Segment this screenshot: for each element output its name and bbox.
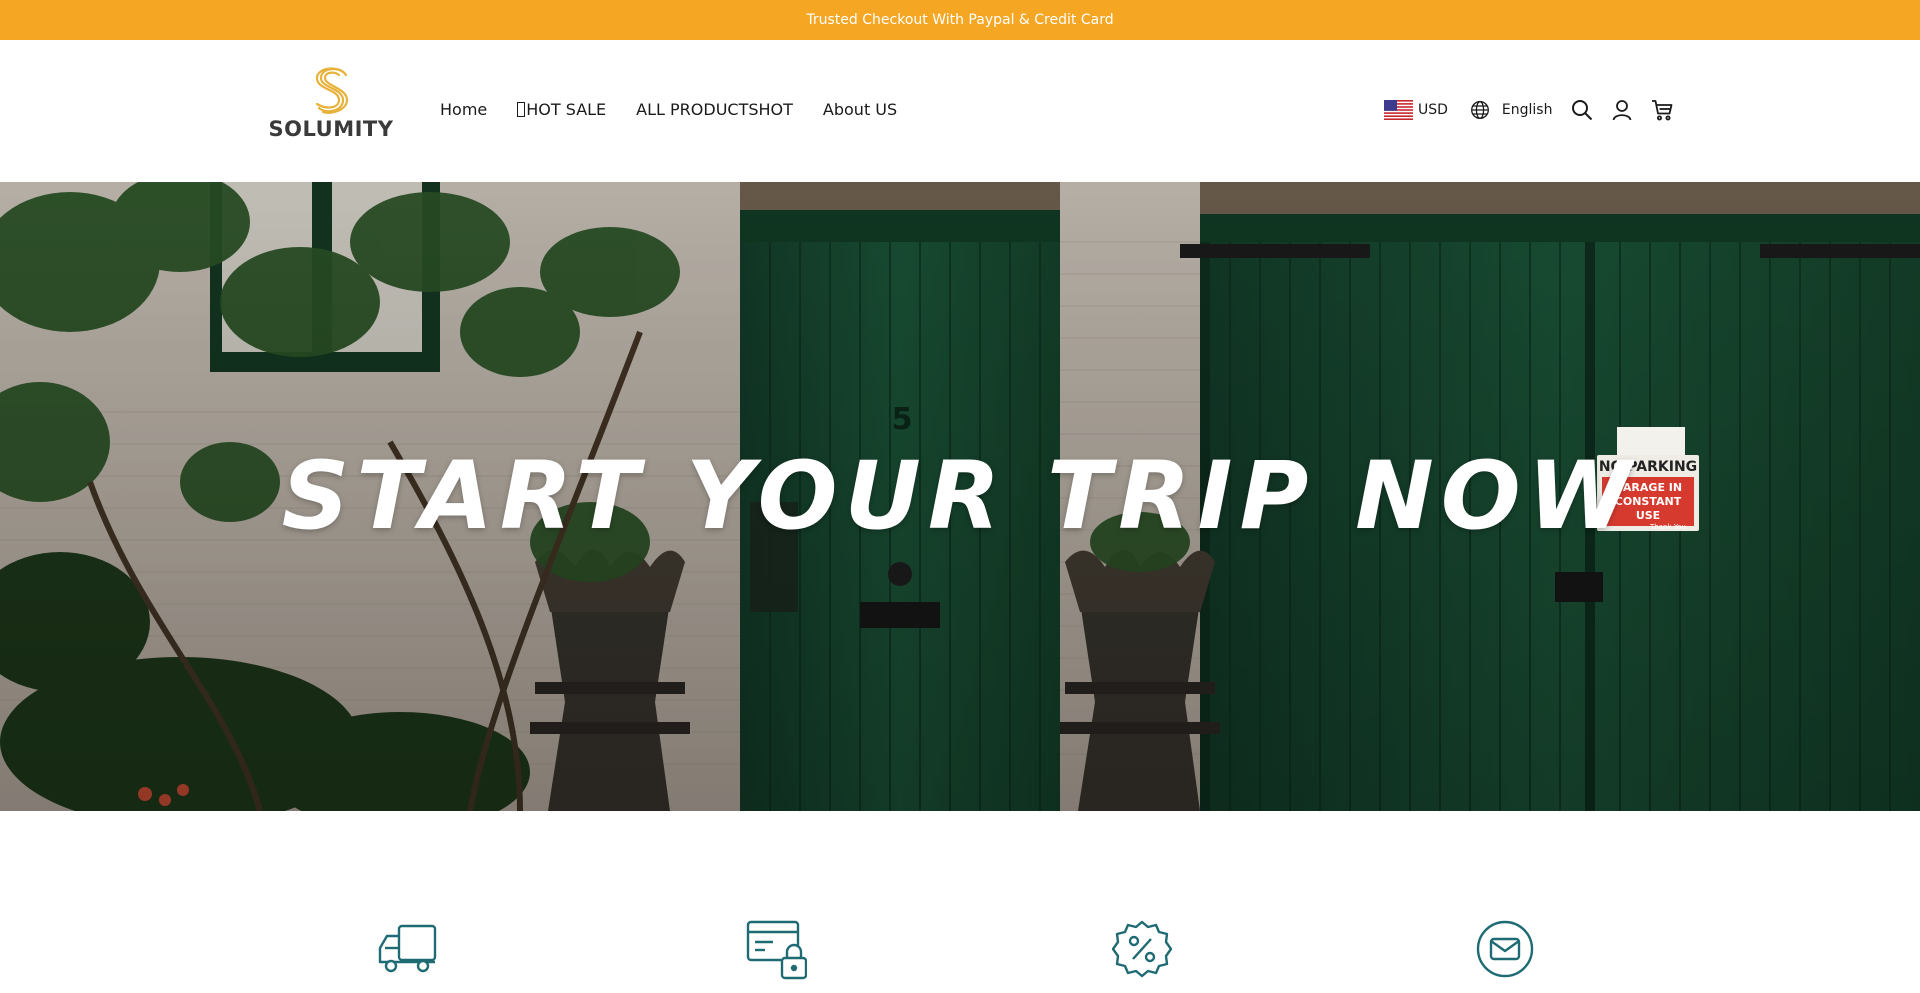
- cart-icon: [1652, 100, 1673, 121]
- feature-discount: [1111, 918, 1173, 980]
- nav-item-about-us-label: About US: [822, 100, 898, 119]
- feature-shipping: [377, 918, 439, 980]
- feature-secure-payment: [745, 918, 807, 980]
- nav-item-all-products[interactable]: ALL PRODUCTSHOT: [636, 98, 793, 122]
- nav-item-about-us[interactable]: About US: [823, 98, 897, 122]
- secure-payment-icon: [746, 920, 807, 980]
- search-button[interactable]: [1570, 98, 1594, 122]
- nav-item-home[interactable]: Home: [440, 98, 487, 122]
- user-icon: [1613, 100, 1632, 121]
- feature-email: [1474, 918, 1536, 980]
- main-nav: Home HOT SALE ALL PRODUCTSHOT About US: [440, 98, 927, 122]
- account-button[interactable]: [1610, 98, 1634, 122]
- currency-code: USD: [1418, 102, 1448, 118]
- logo[interactable]: SOLUMITY: [268, 66, 394, 142]
- announcement-text: Trusted Checkout With Paypal & Credit Ca…: [806, 12, 1114, 28]
- discount-badge-icon: [1112, 920, 1172, 978]
- search-icon: [1572, 100, 1593, 121]
- logo-wordmark: SOLUMITY: [268, 117, 394, 141]
- us-flag-icon: [1384, 100, 1413, 120]
- cart-button[interactable]: [1650, 98, 1674, 122]
- logo-s-mark-icon: [315, 67, 349, 114]
- announcement-bar: Trusted Checkout With Paypal & Credit Ca…: [0, 0, 1920, 40]
- language-selector[interactable]: English: [1470, 100, 1553, 120]
- nav-item-hot-sale[interactable]: HOT SALE: [517, 98, 606, 122]
- nav-item-hot-sale-label: HOT SALE: [526, 100, 607, 119]
- nav-item-home-label: Home: [440, 100, 488, 119]
- features-row: [0, 811, 1920, 993]
- header-utilities: USD English: [1384, 96, 1674, 124]
- nav-item-all-products-label: ALL PRODUCTSHOT: [636, 100, 793, 119]
- language-label: English: [1501, 102, 1553, 118]
- delivery-truck-icon: [378, 924, 437, 973]
- hero-title: START YOUR TRIP NOW: [281, 442, 1639, 551]
- site-header: SOLUMITY Home HOT SALE ALL PRODUCTSHOT A…: [0, 40, 1920, 182]
- email-icon: [1476, 920, 1534, 978]
- globe-icon: [1470, 101, 1489, 119]
- missing-glyph-icon: [517, 102, 526, 117]
- hero-banner[interactable]: 5 NO PARKING: [0, 182, 1920, 811]
- currency-selector[interactable]: USD: [1384, 100, 1448, 120]
